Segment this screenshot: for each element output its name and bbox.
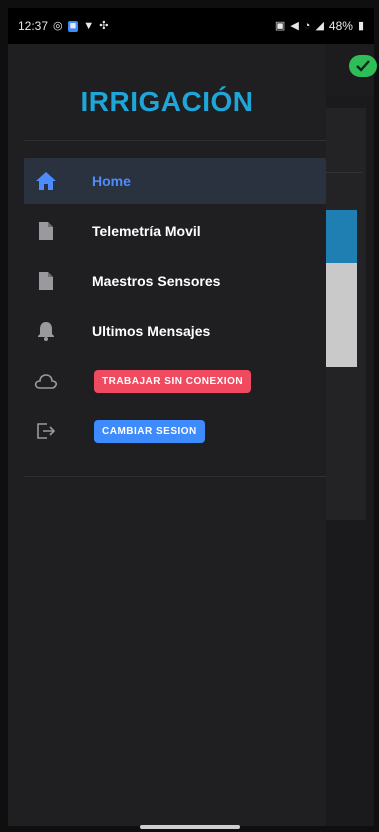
- offline-mode-button[interactable]: TRABAJAR SIN CONEXION: [94, 369, 252, 393]
- signal-icon: ◢: [315, 19, 324, 32]
- clock: 12:37: [18, 19, 49, 33]
- menu-item-cambiar-sesion: CAMBIAR SESION: [24, 408, 326, 454]
- change-session-button[interactable]: CAMBIAR SESION: [94, 419, 205, 443]
- check-icon: [356, 60, 370, 72]
- battery-percent: 48%: [328, 19, 353, 33]
- background-card-divider: [326, 172, 362, 173]
- menu-item-ultimos-mensajes[interactable]: Ultimos Mensajes: [24, 308, 326, 354]
- status-right: ▣ ◀ ◔ ◢ 48% ▮: [275, 19, 364, 33]
- menu-item-telemetria[interactable]: Telemetría Movil: [24, 208, 326, 254]
- navigation-drawer: IRRIGACIÓN Home Telemetría Movil Maestro…: [8, 44, 326, 826]
- home-indicator[interactable]: [140, 825, 240, 829]
- menu-label-maestros: Maestros Sensores: [92, 273, 221, 289]
- menu-item-offline: TRABAJAR SIN CONEXION: [24, 358, 326, 404]
- whatsapp-icon: ◎: [53, 19, 63, 32]
- document-icon: [32, 267, 60, 295]
- menu-label-telemetria: Telemetría Movil: [92, 223, 201, 239]
- menu-item-maestros-sensores[interactable]: Maestros Sensores: [24, 258, 326, 304]
- status-bar: 12:37 ◎ ■ ▼ ✣ ▣ ◀ ◔ ◢ 48% ▮: [8, 8, 374, 44]
- document-icon: [32, 217, 60, 245]
- cloud-icon: [32, 367, 60, 395]
- wifi-icon: ◔: [303, 19, 311, 32]
- bell-icon: [32, 317, 60, 345]
- app-logo: IRRIGACIÓN: [8, 86, 326, 118]
- background-chart-gray: [326, 263, 357, 367]
- sync-check-badge[interactable]: [349, 55, 377, 77]
- logout-icon: [32, 417, 60, 445]
- pinwheel-icon: ✣: [99, 19, 109, 32]
- drawer-divider-top: [24, 140, 326, 141]
- background-chart-blue: [326, 210, 357, 263]
- menu-item-home[interactable]: Home: [24, 158, 326, 204]
- battery-icon: ▮: [357, 19, 364, 32]
- menu-label-mensajes: Ultimos Mensajes: [92, 323, 211, 339]
- status-left: 12:37 ◎ ■ ▼ ✣: [18, 19, 108, 33]
- menu-label-home: Home: [92, 173, 131, 189]
- app-notification-icon: ■: [67, 19, 79, 32]
- twitter-icon: ▼: [83, 19, 95, 32]
- drawer-divider-bottom: [24, 476, 326, 477]
- home-icon: [32, 167, 60, 195]
- logo-text: IRRIGACIÓN: [80, 86, 254, 117]
- nfc-icon: ▣: [274, 19, 286, 32]
- mute-icon: ◀: [290, 19, 299, 32]
